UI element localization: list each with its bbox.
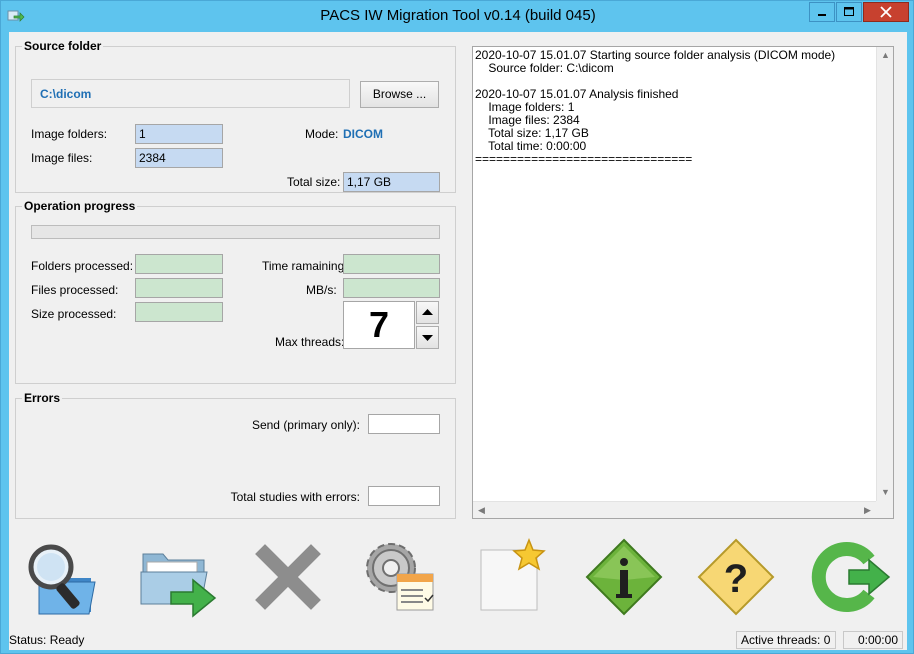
size-processed-label: Size processed: [31,307,117,321]
source-folder-group: Source folder C:\dicom Browse ... Image … [15,39,456,193]
time-remaining-field [343,254,440,274]
total-size-field: 1,17 GB [343,172,440,192]
cancel-icon [255,544,321,610]
mbs-label: MB/s: [306,283,337,297]
progress-bar [31,225,440,239]
send-errors-field [368,414,440,434]
window-title: PACS IW Migration Tool v0.14 (build 045) [320,7,596,24]
image-files-label: Image files: [31,151,93,165]
browse-button[interactable]: Browse ... [360,81,439,108]
mode-label: Mode: [305,127,339,141]
new-button[interactable] [469,532,559,622]
source-folder-title: Source folder [22,39,104,53]
send-errors-label: Send (primary only): [251,418,360,432]
svg-text:?: ? [724,557,748,601]
max-threads-up-button[interactable] [416,301,439,324]
total-studies-errors-label: Total studies with errors: [230,490,360,504]
help-icon: ? [697,538,775,616]
arrow-down-icon [422,335,433,341]
active-threads-panel: Active threads: 0 [736,631,836,649]
errors-title: Errors [22,391,63,405]
title-bar[interactable]: PACS IW Migration Tool v0.14 (build 045) [1,1,914,31]
max-threads-down-button[interactable] [416,326,439,349]
operation-progress-title: Operation progress [22,199,138,213]
size-processed-field [135,302,223,322]
folders-processed-label: Folders processed: [31,259,134,273]
elapsed-time-panel: 0:00:00 [843,631,903,649]
status-text: Status: Ready [9,633,85,647]
log-text: 2020-10-07 15.01.07 Starting source fold… [475,49,836,166]
exit-icon [811,542,891,612]
migrate-button[interactable] [131,532,221,622]
total-size-label: Total size: [287,175,341,189]
max-threads-value[interactable]: 7 [343,301,415,349]
maximize-icon [844,7,854,16]
close-icon [880,6,892,18]
operation-progress-group: Operation progress Folders processed: Fi… [15,199,456,384]
max-threads-label: Max threads: [275,335,345,349]
mbs-field [343,278,440,298]
source-path-text: C:\dicom [40,87,92,101]
close-button[interactable] [863,2,909,22]
scroll-left-icon[interactable]: ◀ [473,502,490,519]
settings-icon [366,543,434,611]
settings-button[interactable] [355,532,445,622]
maximize-button[interactable] [836,2,862,22]
folders-processed-field [135,254,223,274]
help-button[interactable]: ? [691,532,781,622]
exit-button[interactable] [803,532,893,622]
scroll-corner [876,501,893,518]
log-panel[interactable]: 2020-10-07 15.01.07 Starting source fold… [472,46,894,519]
info-button[interactable] [579,532,669,622]
new-icon [480,537,546,611]
time-remaining-label: Time ramaining: [262,259,348,273]
client-area: Source folder C:\dicom Browse ... Image … [9,32,907,650]
files-processed-label: Files processed: [31,283,119,297]
total-studies-errors-field [368,486,440,506]
files-processed-field [135,278,223,298]
scroll-down-icon[interactable]: ▼ [877,484,894,501]
log-horizontal-scrollbar[interactable]: ◀ ▶ [473,501,876,518]
minimize-button[interactable] [809,2,835,22]
log-vertical-scrollbar[interactable]: ▲ ▼ [876,47,893,501]
minimize-icon [818,14,826,16]
errors-group: Errors Send (primary only): Total studie… [15,391,456,519]
info-icon [585,538,663,616]
analyze-button[interactable] [19,532,109,622]
scroll-up-icon[interactable]: ▲ [877,47,894,64]
image-folders-field: 1 [135,124,223,144]
analyze-folder-icon [28,544,96,615]
mode-value: DICOM [343,127,383,141]
status-bar: Status: Ready Active threads: 0 0:00:00 [9,630,907,650]
image-files-field: 2384 [135,148,223,168]
migrate-folder-icon [140,553,217,618]
source-path-display: C:\dicom [31,79,350,108]
cancel-button[interactable] [243,532,333,622]
app-window: PACS IW Migration Tool v0.14 (build 045)… [0,0,914,654]
arrow-up-icon [422,309,433,315]
scroll-right-icon[interactable]: ▶ [859,502,876,519]
image-folders-label: Image folders: [31,127,108,141]
